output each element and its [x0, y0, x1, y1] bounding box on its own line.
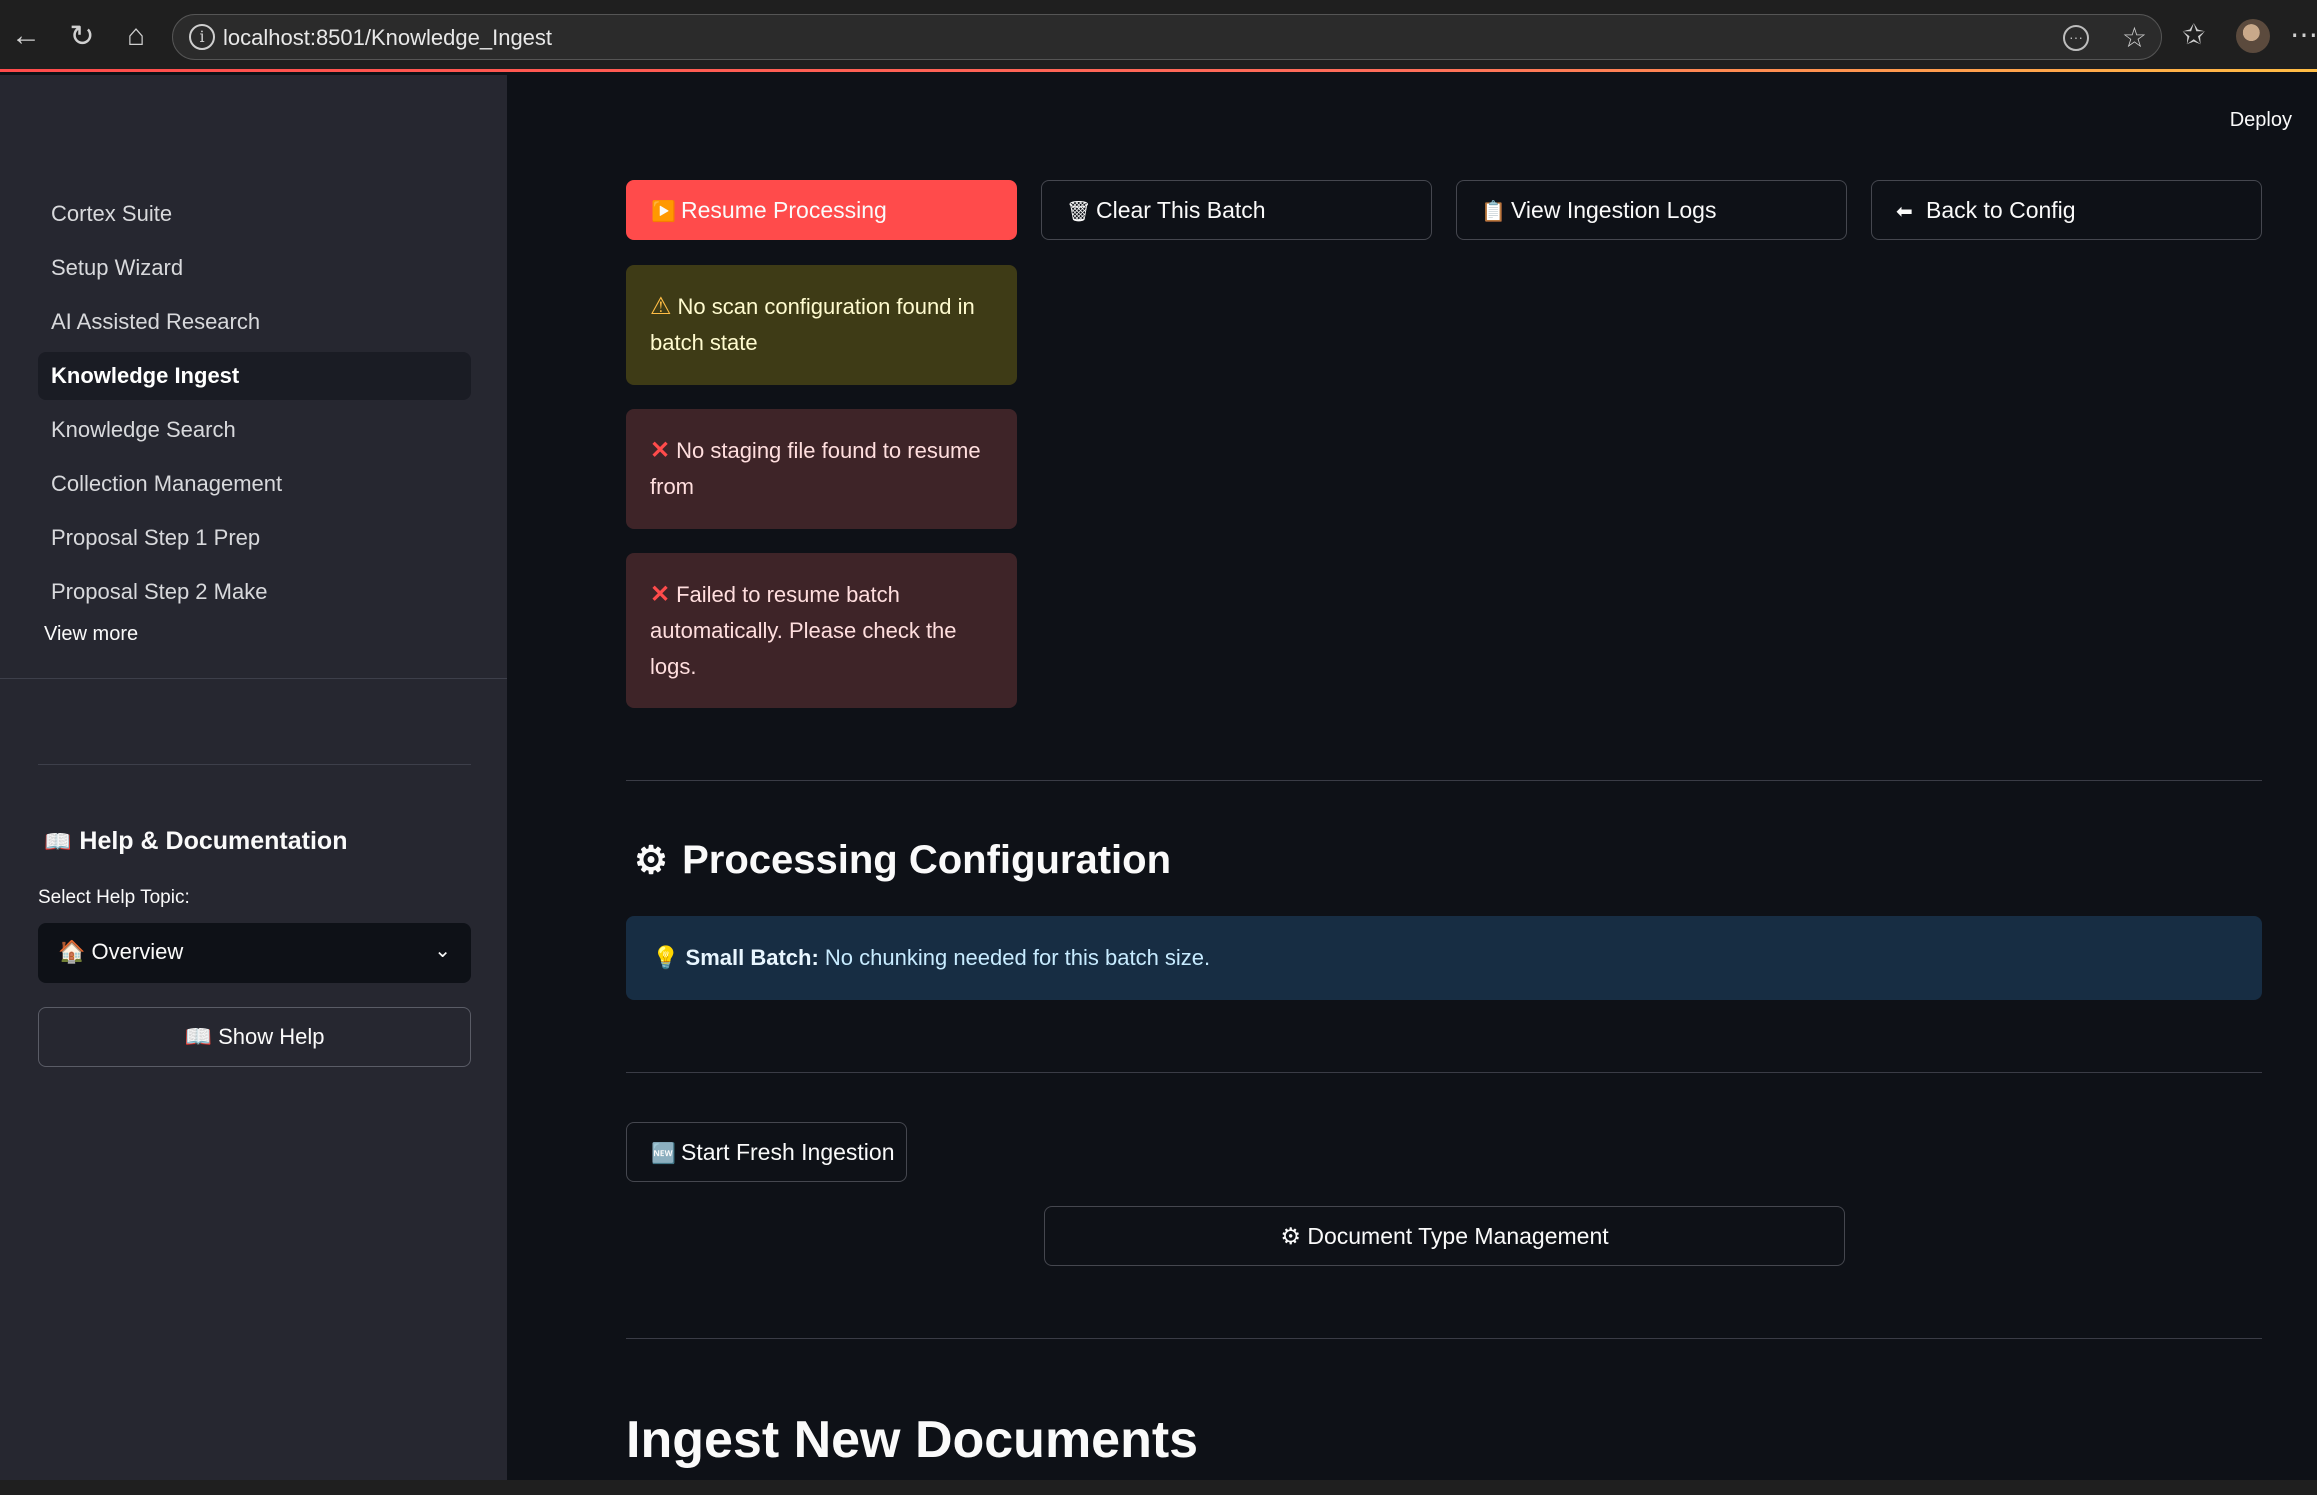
back-to-config-button[interactable]: ⬅ Back to Config: [1871, 180, 2262, 240]
show-help-button[interactable]: 📖 Show Help: [38, 1007, 471, 1067]
book-icon: 📖: [44, 829, 72, 854]
warning-icon: ⚠: [650, 293, 672, 320]
processing-title: Processing Configuration: [682, 838, 1172, 882]
reload-icon[interactable]: ↻: [64, 18, 100, 54]
favorites-list-icon[interactable]: ✩: [2182, 18, 2205, 51]
sidebar-item-cortex-suite[interactable]: Cortex Suite: [38, 190, 471, 238]
sidebar-item-proposal-step-1[interactable]: Proposal Step 1 Prep: [38, 514, 471, 562]
help-topic-label: Select Help Topic:: [38, 887, 190, 908]
document-icon: 📋: [1481, 201, 1506, 223]
favorite-star-icon[interactable]: ☆: [2122, 21, 2147, 54]
gear-icon: ⚙: [1280, 1223, 1301, 1249]
home-icon[interactable]: ⌂: [118, 18, 154, 54]
profile-avatar[interactable]: [2236, 19, 2270, 53]
section-heading: ⚙ Processing Configuration: [634, 838, 1171, 883]
sidebar-item-setup-wizard[interactable]: Setup Wizard: [38, 244, 471, 292]
help-heading: 📖 Help & Documentation: [44, 827, 347, 856]
start-fresh-label: Start Fresh Ingestion: [681, 1139, 895, 1165]
error-alert: ✕ No staging file found to resume from: [626, 409, 1017, 529]
sidebar-item-proposal-step-2[interactable]: Proposal Step 2 Make: [38, 568, 471, 616]
error-text: Failed to resume batch automatically. Pl…: [650, 582, 957, 679]
lightbulb-icon: 💡: [652, 945, 680, 970]
book-icon: 📖: [184, 1024, 212, 1049]
close-x-icon: ✕: [650, 581, 671, 608]
show-help-label: Show Help: [218, 1024, 325, 1049]
deploy-button[interactable]: Deploy: [2230, 109, 2292, 132]
address-bar[interactable]: i localhost:8501/Knowledge_Ingest ··· ☆: [172, 14, 2162, 60]
error-text: No staging file found to resume from: [650, 438, 981, 499]
clear-label: Clear This Batch: [1096, 197, 1266, 223]
site-info-icon[interactable]: i: [189, 24, 215, 50]
divider: [626, 1338, 2262, 1339]
play-icon: ▶️: [651, 201, 676, 223]
help-topic-value[interactable]: 🏠 Overview: [58, 939, 183, 965]
sidebar-nav: Cortex Suite Setup Wizard AI Assisted Re…: [38, 190, 471, 622]
sidebar-item-knowledge-search[interactable]: Knowledge Search: [38, 406, 471, 454]
view-logs-button[interactable]: 📋 View Ingestion Logs: [1456, 180, 1847, 240]
close-x-icon: ✕: [650, 437, 671, 464]
reader-mode-icon[interactable]: ···: [2063, 25, 2089, 51]
start-fresh-ingestion-button[interactable]: 🆕 Start Fresh Ingestion: [626, 1122, 907, 1182]
divider: [626, 780, 2262, 781]
logs-label: View Ingestion Logs: [1511, 197, 1717, 223]
gear-icon: ⚙: [634, 840, 669, 882]
house-icon: 🏠: [58, 939, 86, 964]
warning-text: No scan configuration found in batch sta…: [650, 294, 975, 355]
info-text: No chunking needed for this batch size.: [818, 945, 1211, 970]
trash-icon: 🗑: [1066, 201, 1092, 223]
document-type-management-button[interactable]: ⚙ Document Type Management: [1044, 1206, 1845, 1266]
warning-alert: ⚠ No scan configuration found in batch st…: [626, 265, 1017, 385]
divider: [626, 1072, 2262, 1073]
sidebar-divider: [38, 764, 471, 765]
new-badge-icon: 🆕: [651, 1143, 676, 1165]
sidebar: Cortex Suite Setup Wizard AI Assisted Re…: [0, 75, 507, 1480]
info-alert: 💡 Small Batch: No chunking needed for th…: [626, 916, 2262, 1000]
chevron-down-icon[interactable]: ⌄: [434, 938, 451, 963]
ingest-heading: Ingest New Documents: [626, 1411, 1199, 1469]
main-content: Deploy ▶️ Resume Processing 🗑 Clear This B…: [507, 75, 2317, 1480]
more-menu-icon[interactable]: ⋯: [2290, 18, 2317, 51]
resume-label: Resume Processing: [681, 197, 887, 223]
resume-processing-button[interactable]: ▶️ Resume Processing: [626, 180, 1017, 240]
doc-type-label: Document Type Management: [1307, 1223, 1609, 1249]
back-label: Back to Config: [1926, 197, 2076, 223]
back-arrow-icon[interactable]: ←: [8, 18, 44, 54]
browser-toolbar: ← ↻ ⌂ i localhost:8501/Knowledge_Ingest …: [0, 0, 2317, 72]
info-bold-label: Small Batch:: [685, 945, 819, 970]
sidebar-item-ai-assisted-research[interactable]: AI Assisted Research: [38, 298, 471, 346]
help-topic-select[interactable]: 🏠 Overview ⌄: [38, 923, 471, 983]
loading-accent-bar: [0, 69, 2317, 72]
sidebar-item-collection-management[interactable]: Collection Management: [38, 460, 471, 508]
url-text[interactable]: localhost:8501/Knowledge_Ingest: [223, 25, 552, 51]
sidebar-item-knowledge-ingest[interactable]: Knowledge Ingest: [38, 352, 471, 400]
back-arrow-icon: ⬅: [1896, 201, 1913, 223]
help-title-text: Help & Documentation: [79, 827, 348, 855]
sidebar-divider: [0, 678, 507, 679]
help-topic-text: Overview: [91, 939, 184, 964]
clear-batch-button[interactable]: 🗑 Clear This Batch: [1041, 180, 1432, 240]
bottom-scrollbar: [0, 1480, 2317, 1495]
error-alert: ✕ Failed to resume batch automatically. P…: [626, 553, 1017, 708]
view-more-link[interactable]: View more: [44, 623, 138, 646]
